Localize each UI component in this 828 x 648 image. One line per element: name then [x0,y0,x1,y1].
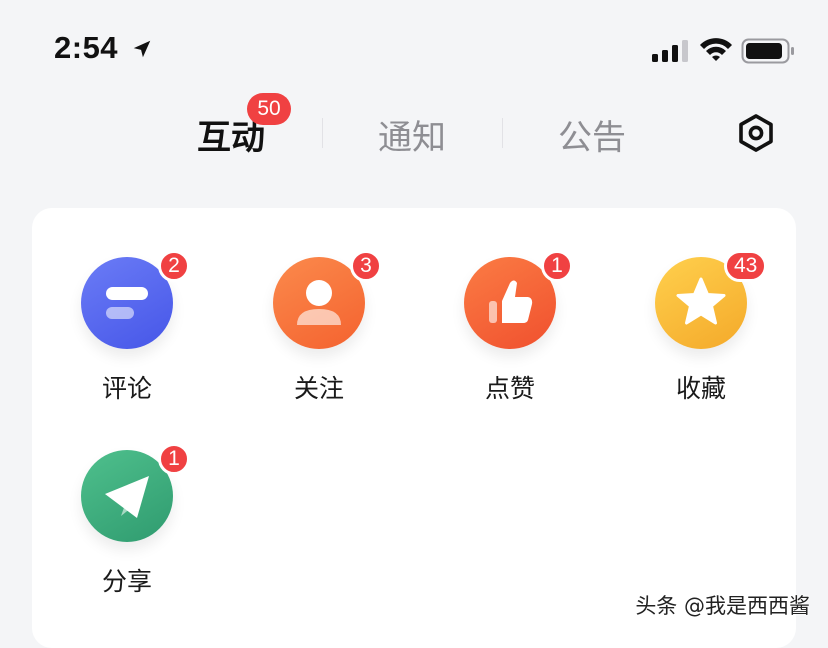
follow-label: 关注 [293,374,344,403]
like-entry[interactable]: 1 点赞 [435,235,585,403]
tab-bar: 互动 50 通知 公告 [0,90,828,170]
favorite-label: 收藏 [675,374,726,403]
comment-badge: 2 [158,250,190,282]
share-entry[interactable]: 1 分享 [52,428,202,596]
follow-entry[interactable]: 3 关注 [244,235,394,403]
status-time: 2:54 [54,30,119,65]
favorite-entry[interactable]: 43 收藏 [626,235,776,403]
tab-divider [502,118,503,148]
status-bar: 2:54 [0,0,828,100]
watermark: 头条 @我是西西酱 [635,594,810,618]
share-badge: 1 [158,443,190,475]
comment-entry[interactable]: 2 评论 [52,235,202,403]
battery-icon [741,38,794,64]
follow-badge: 3 [350,250,382,282]
share-label: 分享 [101,567,152,596]
wifi-icon [700,38,732,61]
tab-notifications[interactable]: 通知 [378,110,446,159]
tab-announcements[interactable]: 公告 [558,110,626,159]
settings-icon[interactable] [736,113,776,153]
tab-divider [322,118,323,148]
tab-interaction-badge: 50 [247,93,291,125]
comment-label: 评论 [101,374,152,403]
like-badge: 1 [541,250,573,282]
location-arrow-icon [133,40,151,58]
favorite-badge: 43 [724,250,768,282]
like-label: 点赞 [484,374,535,403]
interaction-card: 2 评论 3 关注 1 点赞 43 收藏 1 分享 [32,208,796,648]
cellular-signal-icon [652,40,688,62]
